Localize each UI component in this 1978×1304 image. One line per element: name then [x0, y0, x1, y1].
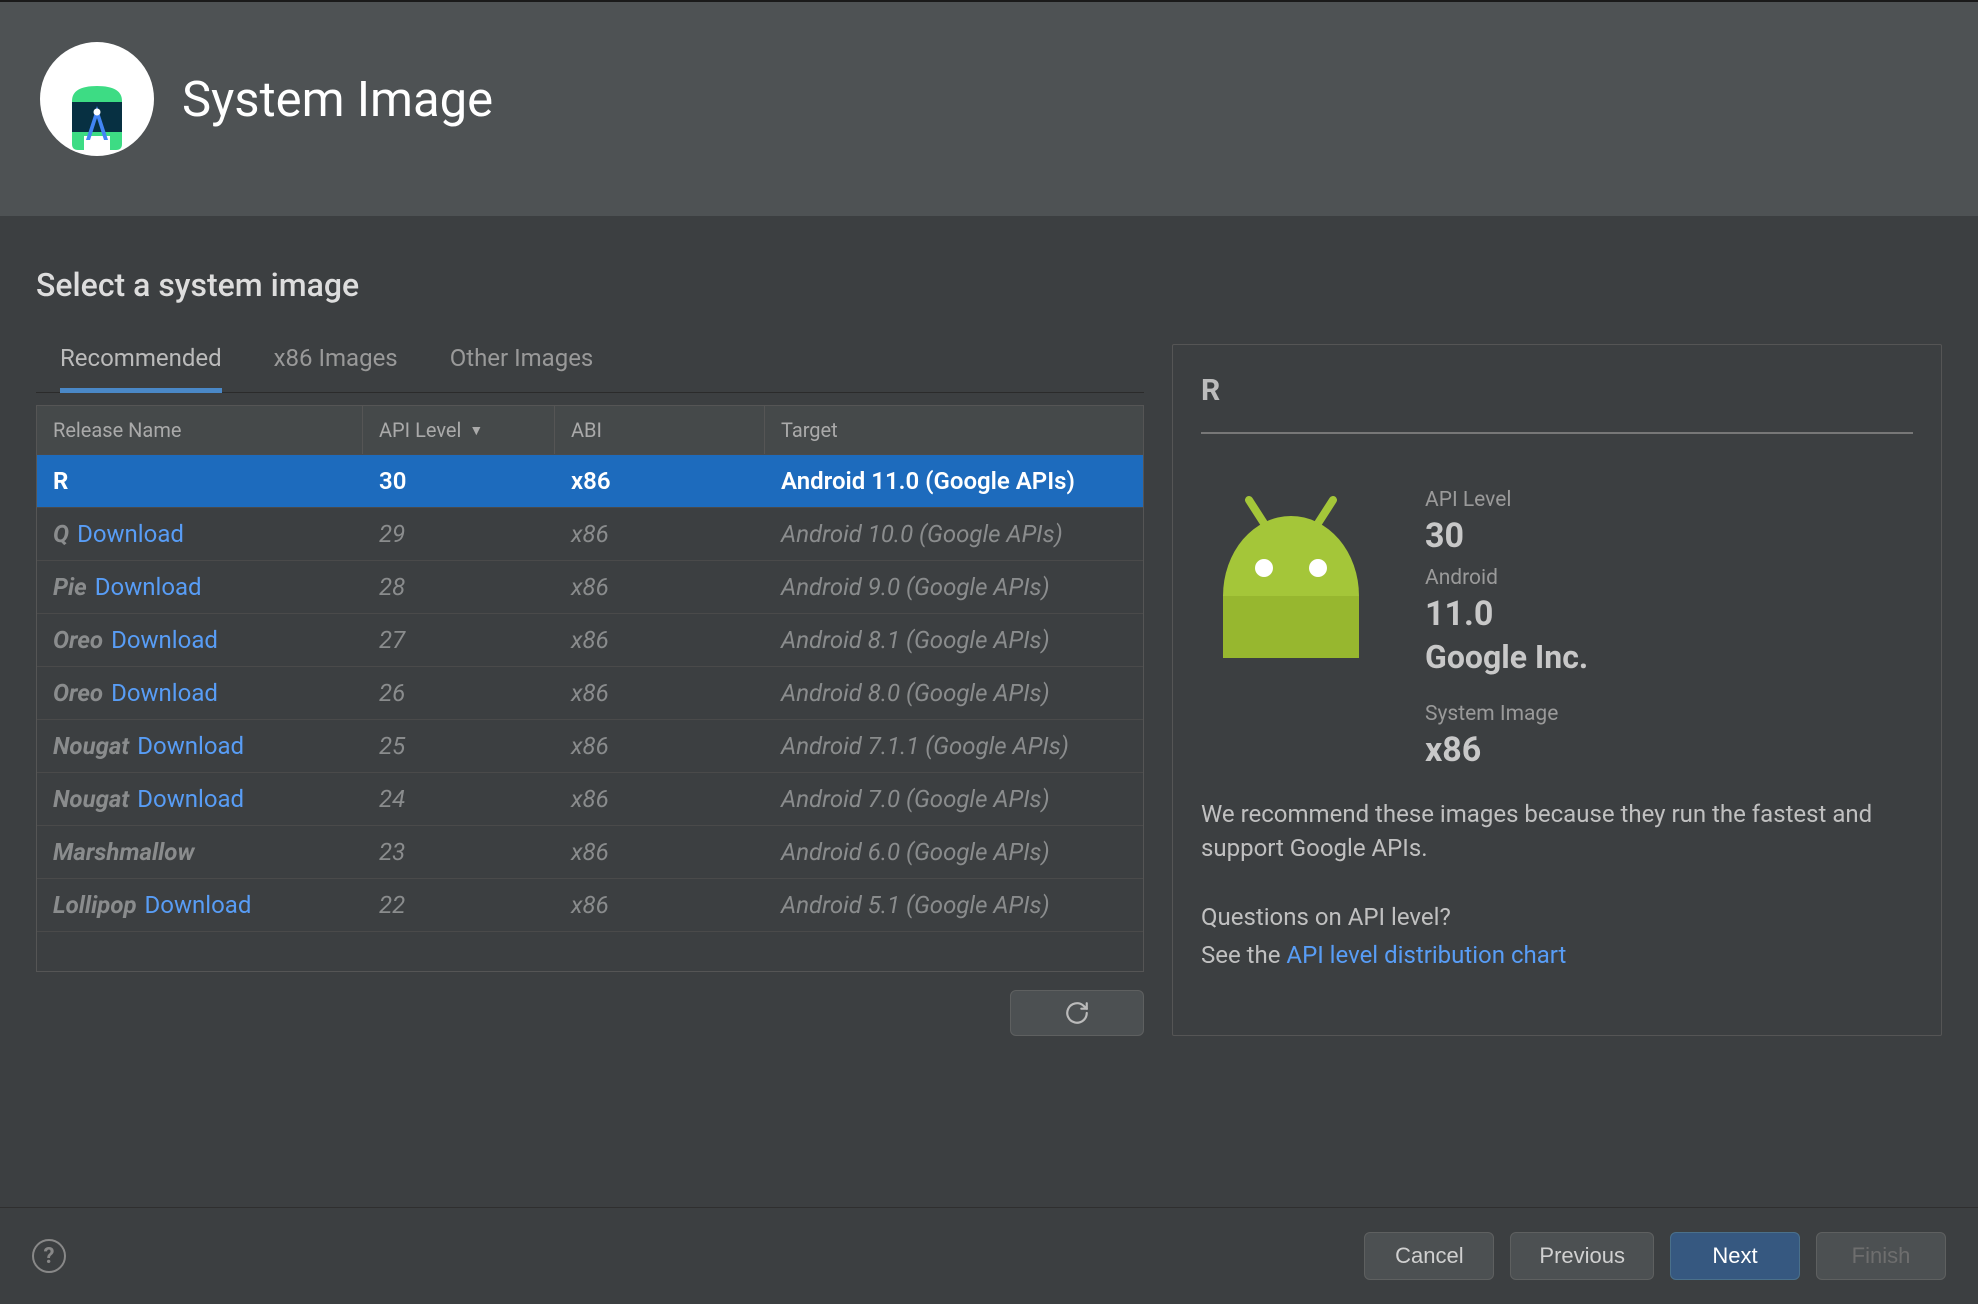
system-image-table: Release Name API Level ▼ ABI Target R30x… [36, 405, 1144, 972]
column-api-level[interactable]: API Level ▼ [363, 406, 555, 454]
platform-value: 11.0 [1425, 594, 1588, 634]
api-level-value: 30 [1425, 516, 1588, 556]
release-name: Oreo [53, 626, 103, 654]
help-button[interactable]: ? [32, 1239, 66, 1273]
target-cell: Android 8.0 (Google APIs) [765, 667, 1143, 719]
api-level-cell: 22 [363, 879, 555, 931]
abi-cell: x86 [555, 561, 765, 613]
release-name: Oreo [53, 679, 103, 707]
column-target[interactable]: Target [765, 406, 1143, 454]
next-button[interactable]: Next [1670, 1232, 1800, 1280]
system-image-value: x86 [1425, 730, 1588, 770]
previous-button[interactable]: Previous [1510, 1232, 1654, 1280]
refresh-button[interactable] [1010, 990, 1144, 1036]
download-link[interactable]: Download [137, 732, 244, 760]
api-level-cell: 28 [363, 561, 555, 613]
target-cell: Android 7.1.1 (Google APIs) [765, 720, 1143, 772]
download-link[interactable]: Download [145, 891, 252, 919]
abi-cell: x86 [555, 826, 765, 878]
tabs: Recommended x86 Images Other Images [36, 344, 1144, 393]
android-robot-icon [1201, 478, 1381, 770]
column-release-name[interactable]: Release Name [37, 406, 363, 454]
abi-cell: x86 [555, 455, 765, 507]
table-row[interactable]: Nougat Download 25x86Android 7.1.1 (Google… [37, 719, 1143, 772]
target-cell: Android 10.0 (Google APIs) [765, 508, 1143, 560]
column-abi[interactable]: ABI [555, 406, 765, 454]
table-row[interactable]: R 30x86Android 11.0 (Google APIs) [37, 454, 1143, 507]
platform-label: Android [1425, 566, 1588, 590]
target-cell: Android 8.1 (Google APIs) [765, 614, 1143, 666]
api-level-cell: 29 [363, 508, 555, 560]
target-cell: Android 5.1 (Google APIs) [765, 879, 1143, 931]
system-image-label: System Image [1425, 702, 1588, 726]
download-link[interactable]: Download [95, 573, 202, 601]
download-link[interactable]: Download [111, 626, 218, 654]
refresh-icon [1064, 1000, 1090, 1026]
table-row[interactable]: Nougat Download 24x86Android 7.0 (Google A… [37, 772, 1143, 825]
finish-button[interactable]: Finish [1816, 1232, 1946, 1280]
api-level-cell: 26 [363, 667, 555, 719]
tab-x86-images[interactable]: x86 Images [274, 344, 398, 393]
release-name: R [53, 467, 68, 495]
dialog-header: System Image [0, 2, 1978, 216]
table-row[interactable]: Q Download 29x86Android 10.0 (Google APIs) [37, 507, 1143, 560]
abi-cell: x86 [555, 667, 765, 719]
vendor-value: Google Inc. [1425, 638, 1588, 676]
target-cell: Android 6.0 (Google APIs) [765, 826, 1143, 878]
column-api-label: API Level [379, 418, 461, 442]
api-level-cell: 30 [363, 455, 555, 507]
abi-cell: x86 [555, 720, 765, 772]
release-name: Nougat [53, 785, 129, 813]
release-name: Q [53, 520, 69, 548]
see-prefix: See the [1201, 941, 1286, 969]
sort-desc-icon: ▼ [469, 422, 483, 439]
abi-cell: x86 [555, 773, 765, 825]
download-link[interactable]: Download [111, 679, 218, 707]
abi-cell: x86 [555, 614, 765, 666]
table-row[interactable]: Lollipop Download 22x86Android 5.1 (Google… [37, 878, 1143, 931]
cancel-button[interactable]: Cancel [1364, 1232, 1494, 1280]
tab-recommended[interactable]: Recommended [60, 344, 222, 393]
page-subtitle: Select a system image [36, 266, 1942, 304]
release-name: Marshmallow [53, 838, 195, 866]
android-studio-icon [40, 42, 154, 156]
table-header-row: Release Name API Level ▼ ABI Target [37, 406, 1143, 454]
see-link-row: See the API level distribution chart [1201, 939, 1913, 973]
recommendation-text: We recommend these images because they r… [1201, 798, 1913, 865]
abi-cell: x86 [555, 879, 765, 931]
question-text: Questions on API level? [1201, 901, 1913, 935]
release-name: Pie [53, 573, 87, 601]
table-row[interactable]: Oreo Download 26x86Android 8.0 (Google API… [37, 666, 1143, 719]
table-row[interactable]: Pie Download 28x86Android 9.0 (Google APIs… [37, 560, 1143, 613]
api-level-cell: 23 [363, 826, 555, 878]
tab-other-images[interactable]: Other Images [450, 344, 594, 393]
api-level-cell: 24 [363, 773, 555, 825]
target-cell: Android 9.0 (Google APIs) [765, 561, 1143, 613]
api-level-label: API Level [1425, 488, 1588, 512]
release-name: Lollipop [53, 891, 137, 919]
target-cell: Android 7.0 (Google APIs) [765, 773, 1143, 825]
download-link[interactable]: Download [77, 520, 184, 548]
dialog-title: System Image [182, 71, 493, 128]
release-name: Nougat [53, 732, 129, 760]
detail-title: R [1201, 373, 1913, 434]
api-distribution-link[interactable]: API level distribution chart [1286, 941, 1566, 969]
abi-cell: x86 [555, 508, 765, 560]
target-cell: Android 11.0 (Google APIs) [765, 455, 1143, 507]
detail-panel: R API Level 30 [1172, 344, 1942, 1036]
table-row[interactable]: Marshmallow 23x86Android 6.0 (Google APIs… [37, 825, 1143, 878]
api-level-cell: 25 [363, 720, 555, 772]
download-link[interactable]: Download [137, 785, 244, 813]
table-row[interactable]: Oreo Download 27x86Android 8.1 (Google API… [37, 613, 1143, 666]
api-level-cell: 27 [363, 614, 555, 666]
